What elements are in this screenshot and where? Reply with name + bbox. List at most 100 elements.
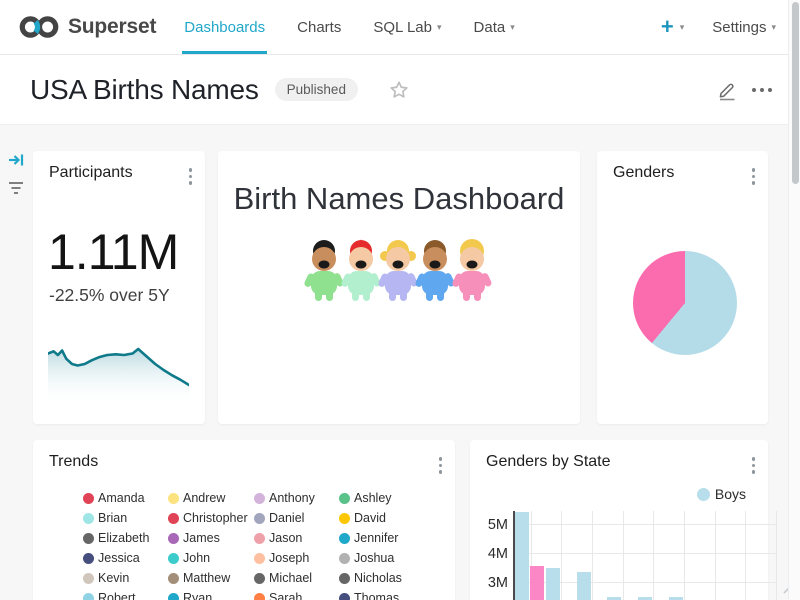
hero-title: Birth Names Dashboard	[218, 181, 580, 217]
legend-item-nicholas[interactable]: Nicholas	[339, 568, 449, 588]
y-axis-tick: 4M	[478, 546, 508, 562]
legend-item-john[interactable]: John	[168, 548, 254, 568]
legend-item-robert[interactable]: Robert	[83, 588, 168, 600]
participants-sparkline	[48, 331, 189, 406]
legend-item-amanda[interactable]: Amanda	[83, 488, 168, 508]
legend-item-christopher[interactable]: Christopher	[168, 508, 254, 528]
legend-item-daniel[interactable]: Daniel	[254, 508, 339, 528]
chart-menu-icon[interactable]	[436, 454, 446, 477]
legend-label: Jennifer	[354, 531, 398, 545]
new-item-button[interactable]: + ▾	[661, 16, 684, 38]
chevron-down-icon: ▾	[437, 23, 442, 32]
legend-item-elizabeth[interactable]: Elizabeth	[83, 528, 168, 548]
legend-label: Jessica	[98, 551, 140, 565]
legend-label: Ashley	[354, 491, 392, 505]
legend-dot	[339, 493, 350, 504]
legend-dot	[254, 553, 265, 564]
gridline-horizontal	[515, 553, 777, 554]
legend-dot	[254, 513, 265, 524]
legend-dot	[83, 593, 94, 600]
bar-boys	[607, 597, 621, 600]
legend-item-david[interactable]: David	[339, 508, 449, 528]
expand-filter-bar-icon[interactable]	[7, 151, 25, 174]
legend-dot	[339, 513, 350, 524]
superset-infinity-icon	[18, 12, 60, 42]
published-badge[interactable]: Published	[275, 78, 358, 101]
legend-item-thomas[interactable]: Thomas	[339, 588, 449, 600]
nav-item-charts[interactable]: Charts	[295, 0, 343, 54]
legend-dot	[168, 513, 179, 524]
legend-item-jennifer[interactable]: Jennifer	[339, 528, 449, 548]
y-axis-tick: 3M	[478, 575, 508, 591]
nav-item-dashboards[interactable]: Dashboards	[182, 0, 267, 54]
legend-item-andrew[interactable]: Andrew	[168, 488, 254, 508]
legend-label: Kevin	[98, 571, 129, 585]
legend-dot	[83, 553, 94, 564]
nav-item-label: Charts	[297, 19, 341, 36]
chart-menu-icon[interactable]	[749, 454, 759, 477]
edit-pencil-icon[interactable]	[716, 79, 738, 101]
genders-by-state-card: Genders by State Boys 5M 4M 3M	[470, 440, 768, 600]
legend-label: Sarah	[269, 591, 302, 600]
legend-item-matthew[interactable]: Matthew	[168, 568, 254, 588]
legend-dot	[254, 533, 265, 544]
chart-title: Trends	[49, 453, 98, 471]
chart-title: Participants	[49, 164, 133, 182]
gridline-vertical	[653, 511, 654, 600]
chart-menu-icon[interactable]	[186, 165, 196, 188]
legend-item-james[interactable]: James	[168, 528, 254, 548]
gridline-vertical	[745, 511, 746, 600]
legend-item-kevin[interactable]: Kevin	[83, 568, 168, 588]
legend-label: Joseph	[269, 551, 309, 565]
legend-item-boys[interactable]: Boys	[697, 486, 746, 502]
nav-item-data[interactable]: Data ▾	[472, 0, 517, 54]
nav-item-label: Dashboards	[184, 19, 265, 36]
chart-title: Genders	[613, 164, 674, 182]
settings-label: Settings	[712, 19, 766, 36]
scrollbar-thumb[interactable]	[792, 2, 799, 184]
chart-title: Genders by State	[486, 453, 611, 471]
legend-item-jessica[interactable]: Jessica	[83, 548, 168, 568]
gridline-vertical	[561, 511, 562, 600]
legend-item-joshua[interactable]: Joshua	[339, 548, 449, 568]
favorite-star-icon[interactable]	[388, 79, 410, 101]
legend-dot	[339, 553, 350, 564]
legend-dot	[254, 593, 265, 600]
legend-dot	[168, 593, 179, 600]
legend-item-jason[interactable]: Jason	[254, 528, 339, 548]
legend-label: Matthew	[183, 571, 230, 585]
legend-item-anthony[interactable]: Anthony	[254, 488, 339, 508]
legend-item-ryan[interactable]: Ryan	[168, 588, 254, 600]
legend-item-ashley[interactable]: Ashley	[339, 488, 449, 508]
gridline-vertical	[776, 511, 777, 600]
legend-item-joseph[interactable]: Joseph	[254, 548, 339, 568]
legend-dot	[254, 573, 265, 584]
chevron-down-icon: ▾	[510, 23, 515, 32]
nav-item-label: SQL Lab	[373, 19, 432, 36]
more-actions-icon[interactable]	[750, 79, 774, 101]
filter-list-icon[interactable]	[7, 179, 25, 202]
y-axis-tick: 5M	[478, 517, 508, 533]
genders-pie-chart	[633, 251, 737, 355]
legend-label: Anthony	[269, 491, 315, 505]
nav-right: + ▾ Settings ▾	[661, 0, 776, 54]
legend-label: Andrew	[183, 491, 225, 505]
settings-menu[interactable]: Settings ▾	[712, 19, 776, 36]
gridline-vertical	[715, 511, 716, 600]
legend-dot	[83, 513, 94, 524]
bar-boys	[515, 512, 529, 600]
legend-item-brian[interactable]: Brian	[83, 508, 168, 528]
top-nav: Superset Dashboards Charts SQL Lab ▾ Dat…	[0, 0, 800, 55]
legend-item-michael[interactable]: Michael	[254, 568, 339, 588]
plus-icon: +	[661, 16, 674, 38]
legend-item-sarah[interactable]: Sarah	[254, 588, 339, 600]
legend-dot	[339, 593, 350, 600]
legend-label: Michael	[269, 571, 312, 585]
genders-card: Genders	[597, 151, 768, 424]
nav-item-sql-lab[interactable]: SQL Lab ▾	[371, 0, 443, 54]
bar-boys	[638, 597, 652, 600]
legend-dot	[168, 553, 179, 564]
superset-logo[interactable]: Superset	[18, 0, 156, 54]
chart-menu-icon[interactable]	[749, 165, 759, 188]
legend-label: John	[183, 551, 210, 565]
